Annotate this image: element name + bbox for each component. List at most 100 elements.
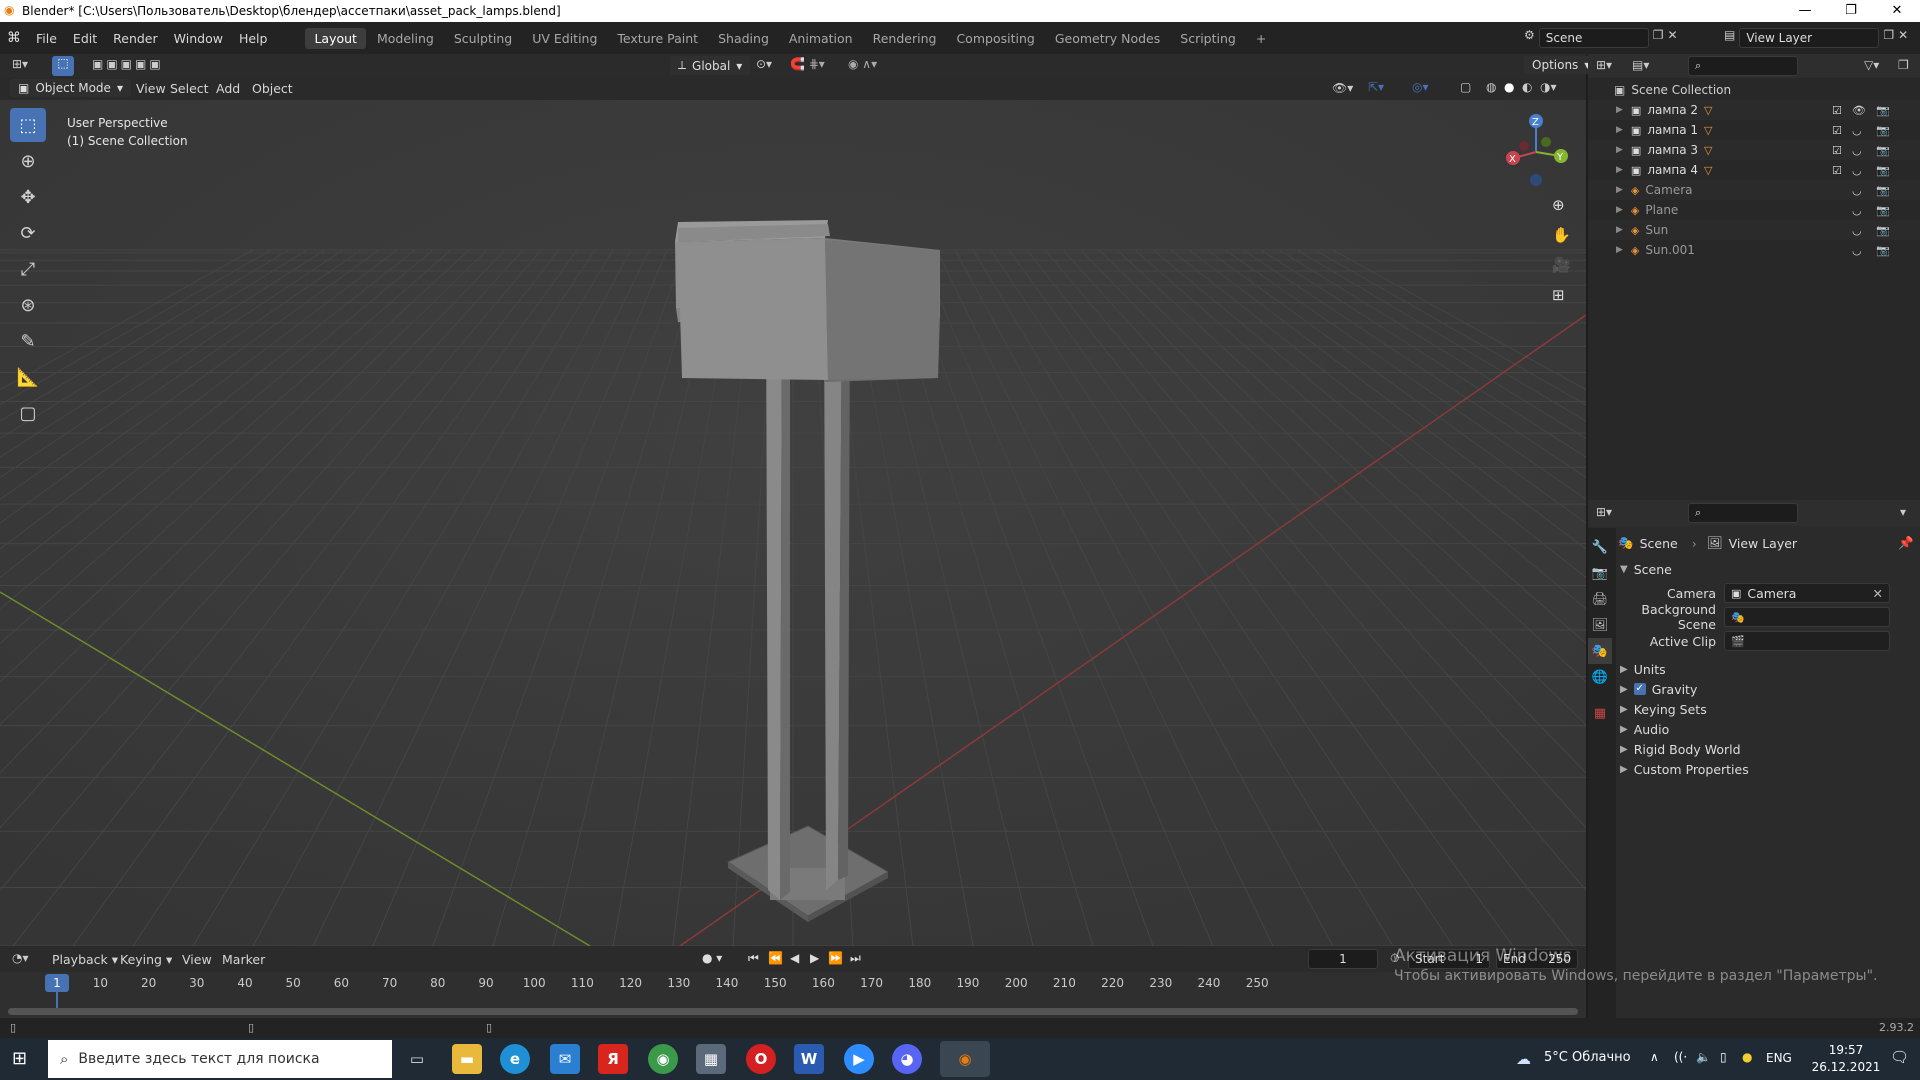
tab-sculpting[interactable]: Sculpting — [445, 28, 521, 49]
playhead-handle[interactable]: 1 — [45, 974, 69, 992]
weather-text[interactable]: 5°C Облачно — [1544, 1050, 1631, 1065]
new-collection-icon[interactable]: ❐ — [1898, 58, 1909, 72]
display-mode-icon[interactable]: ▤▾ — [1632, 58, 1649, 72]
active-clip-field[interactable]: 🎬 — [1724, 631, 1890, 651]
tab-uv-editing[interactable]: UV Editing — [523, 28, 606, 49]
jump-keyframe-forward-icon[interactable]: ⏩ — [828, 951, 843, 965]
texture-tab-icon[interactable]: ▦ — [1588, 700, 1612, 726]
rotate-tool-icon[interactable]: ⟳ — [10, 216, 46, 250]
transform-tool-icon[interactable]: ⊛ — [10, 288, 46, 322]
zoom-app-icon[interactable]: ▶ — [844, 1044, 874, 1074]
clear-camera-icon[interactable]: ✕ — [1873, 586, 1883, 601]
add-cube-tool-icon[interactable]: ▢ — [10, 396, 46, 430]
subpanel-units[interactable]: ▶ Units — [1620, 658, 1916, 680]
file-explorer-icon[interactable]: ▬ — [452, 1044, 482, 1074]
render-camera-icon[interactable]: 📷 — [1876, 124, 1890, 137]
gravity-checkbox[interactable]: ✓ — [1633, 683, 1646, 695]
measure-tool-icon[interactable]: 📐 — [10, 360, 46, 394]
expand-arrow-icon[interactable]: ▶ — [1616, 145, 1623, 155]
select-tool-icon[interactable]: ⬚ — [10, 108, 46, 142]
exclude-checkbox[interactable]: ☑ — [1832, 144, 1842, 157]
outliner-item[interactable]: ▶ ▣ лампа 1 ▽ ☑ ◡ 📷 — [1588, 120, 1920, 140]
solid-shading-icon[interactable]: ● — [1504, 80, 1514, 94]
timeline-menu-view[interactable]: View — [174, 950, 220, 969]
current-frame-field[interactable]: 1 — [1308, 949, 1378, 969]
outliner-item[interactable]: ▶ ▣ лампа 2 ▽ ☑ 👁 📷 — [1588, 100, 1920, 120]
camera-view-icon[interactable]: 🎥 — [1552, 256, 1571, 274]
tab-texture-paint[interactable]: Texture Paint — [608, 28, 707, 49]
scene-field[interactable]: Scene — [1538, 28, 1649, 48]
output-tab-icon[interactable]: 🖨 — [1588, 586, 1612, 612]
render-tab-icon[interactable]: 📷 — [1588, 560, 1612, 586]
proportional-edit-icon[interactable]: ◉ ∧▾ — [848, 57, 877, 71]
render-camera-icon[interactable]: 📷 — [1876, 164, 1890, 177]
exclude-checkbox[interactable]: ☑ — [1832, 104, 1842, 117]
volume-icon[interactable]: 🔈 — [1696, 1050, 1711, 1064]
pan-hand-icon[interactable]: ✋ — [1552, 226, 1571, 244]
blender-menu-icon[interactable]: ⌘ — [0, 30, 28, 46]
render-camera-icon[interactable]: 📷 — [1876, 144, 1890, 157]
menu-window[interactable]: Window — [166, 31, 231, 46]
new-scene-icon[interactable]: ❐ — [1653, 28, 1664, 48]
eye-icon[interactable]: ◡ — [1852, 204, 1862, 217]
chrome-icon[interactable]: ◉ — [648, 1044, 678, 1074]
clock-time[interactable]: 19:57 — [1816, 1043, 1876, 1057]
outliner-item[interactable]: ▶ ◈ Sun ◡ 📷 — [1588, 220, 1920, 240]
minimize-button[interactable]: — — [1782, 0, 1828, 22]
timeline-editor-icon[interactable]: ◔▾ — [12, 951, 29, 965]
properties-options-icon[interactable]: ▾ — [1900, 505, 1906, 519]
scene-panel-header[interactable]: ▼ Scene — [1620, 558, 1916, 580]
taskbar-search-input[interactable]: ⌕ Введите здесь текст для поиска — [48, 1040, 392, 1078]
subpanel-keying-sets[interactable]: ▶ Keying Sets — [1620, 698, 1916, 720]
expand-arrow-icon[interactable]: ▶ — [1616, 125, 1623, 135]
scene-selector-icon[interactable]: ⚙ — [1524, 28, 1535, 48]
world-tab-icon[interactable]: 🌐 — [1588, 664, 1612, 690]
wireframe-shading-icon[interactable]: ◍ — [1486, 80, 1496, 94]
overlay-toggle-icon[interactable]: ◎▾ — [1412, 80, 1429, 94]
expand-arrow-icon[interactable]: ▶ — [1616, 105, 1623, 115]
timeline-menu-keying[interactable]: Keying ▾ — [112, 950, 180, 969]
visibility-icon[interactable]: 👁▾ — [1332, 81, 1353, 95]
subpanel-rigid-body-world[interactable]: ▶ Rigid Body World — [1620, 738, 1916, 760]
tray-app-icon[interactable]: ● — [1742, 1050, 1752, 1064]
eye-icon[interactable]: ◡ — [1852, 244, 1862, 257]
discord-icon[interactable]: ◕ — [892, 1044, 922, 1074]
outliner-editor-icon[interactable]: ⊞▾ — [1596, 58, 1612, 72]
properties-editor-icon[interactable]: ⊞▾ — [1596, 505, 1612, 519]
timeline-scrollbar[interactable] — [8, 1008, 1578, 1015]
background-scene-field[interactable]: 🎭 — [1724, 607, 1890, 627]
rendered-shading-icon[interactable]: ◑▾ — [1540, 80, 1557, 94]
opera-icon[interactable]: O — [746, 1044, 776, 1074]
view-layer-field[interactable]: View Layer — [1739, 28, 1880, 48]
word-icon[interactable]: W — [794, 1044, 824, 1074]
expand-arrow-icon[interactable]: ▶ — [1616, 205, 1623, 215]
add-workspace-button[interactable]: + — [1247, 28, 1275, 49]
menu-edit[interactable]: Edit — [65, 31, 105, 46]
select-box-tool-icon[interactable]: ⬚ — [52, 56, 74, 76]
yandex-icon[interactable]: Я — [598, 1044, 628, 1074]
task-view-icon[interactable]: ▭ — [402, 1044, 432, 1074]
pin-icon[interactable]: 📌 — [1898, 535, 1914, 551]
xray-icon[interactable]: ▢ — [1460, 80, 1471, 94]
calculator-icon[interactable]: ▦ — [696, 1044, 726, 1074]
editor-type-icon[interactable]: ⊞▾ — [12, 57, 28, 71]
edge-icon[interactable]: e — [500, 1044, 530, 1074]
render-camera-icon[interactable]: 📷 — [1876, 224, 1890, 237]
camera-field[interactable]: ▣ Camera ✕ — [1724, 583, 1890, 603]
render-camera-icon[interactable]: 📷 — [1876, 184, 1890, 197]
eye-icon[interactable]: ◡ — [1852, 184, 1862, 197]
menu-render[interactable]: Render — [105, 31, 166, 46]
exclude-checkbox[interactable]: ☑ — [1832, 124, 1842, 137]
preview-range-icon[interactable]: ⏱ — [1390, 951, 1399, 966]
eye-icon[interactable]: 👁 — [1852, 104, 1866, 117]
perspective-toggle-icon[interactable]: ⊞ — [1552, 286, 1565, 304]
eye-icon[interactable]: ◡ — [1852, 124, 1862, 137]
tab-animation[interactable]: Animation — [780, 28, 862, 49]
outliner-root-row[interactable]: ▣ Scene Collection — [1588, 80, 1920, 100]
end-frame-field[interactable]: End 250 — [1496, 949, 1578, 969]
tab-modeling[interactable]: Modeling — [368, 28, 443, 49]
outliner-item[interactable]: ▶ ◈ Sun.001 ◡ 📷 — [1588, 240, 1920, 260]
outliner-item[interactable]: ▶ ◈ Plane ◡ 📷 — [1588, 200, 1920, 220]
outliner-item[interactable]: ▶ ▣ лампа 4 ▽ ☑ ◡ 📷 — [1588, 160, 1920, 180]
jump-start-icon[interactable]: ⏮ — [748, 951, 759, 966]
